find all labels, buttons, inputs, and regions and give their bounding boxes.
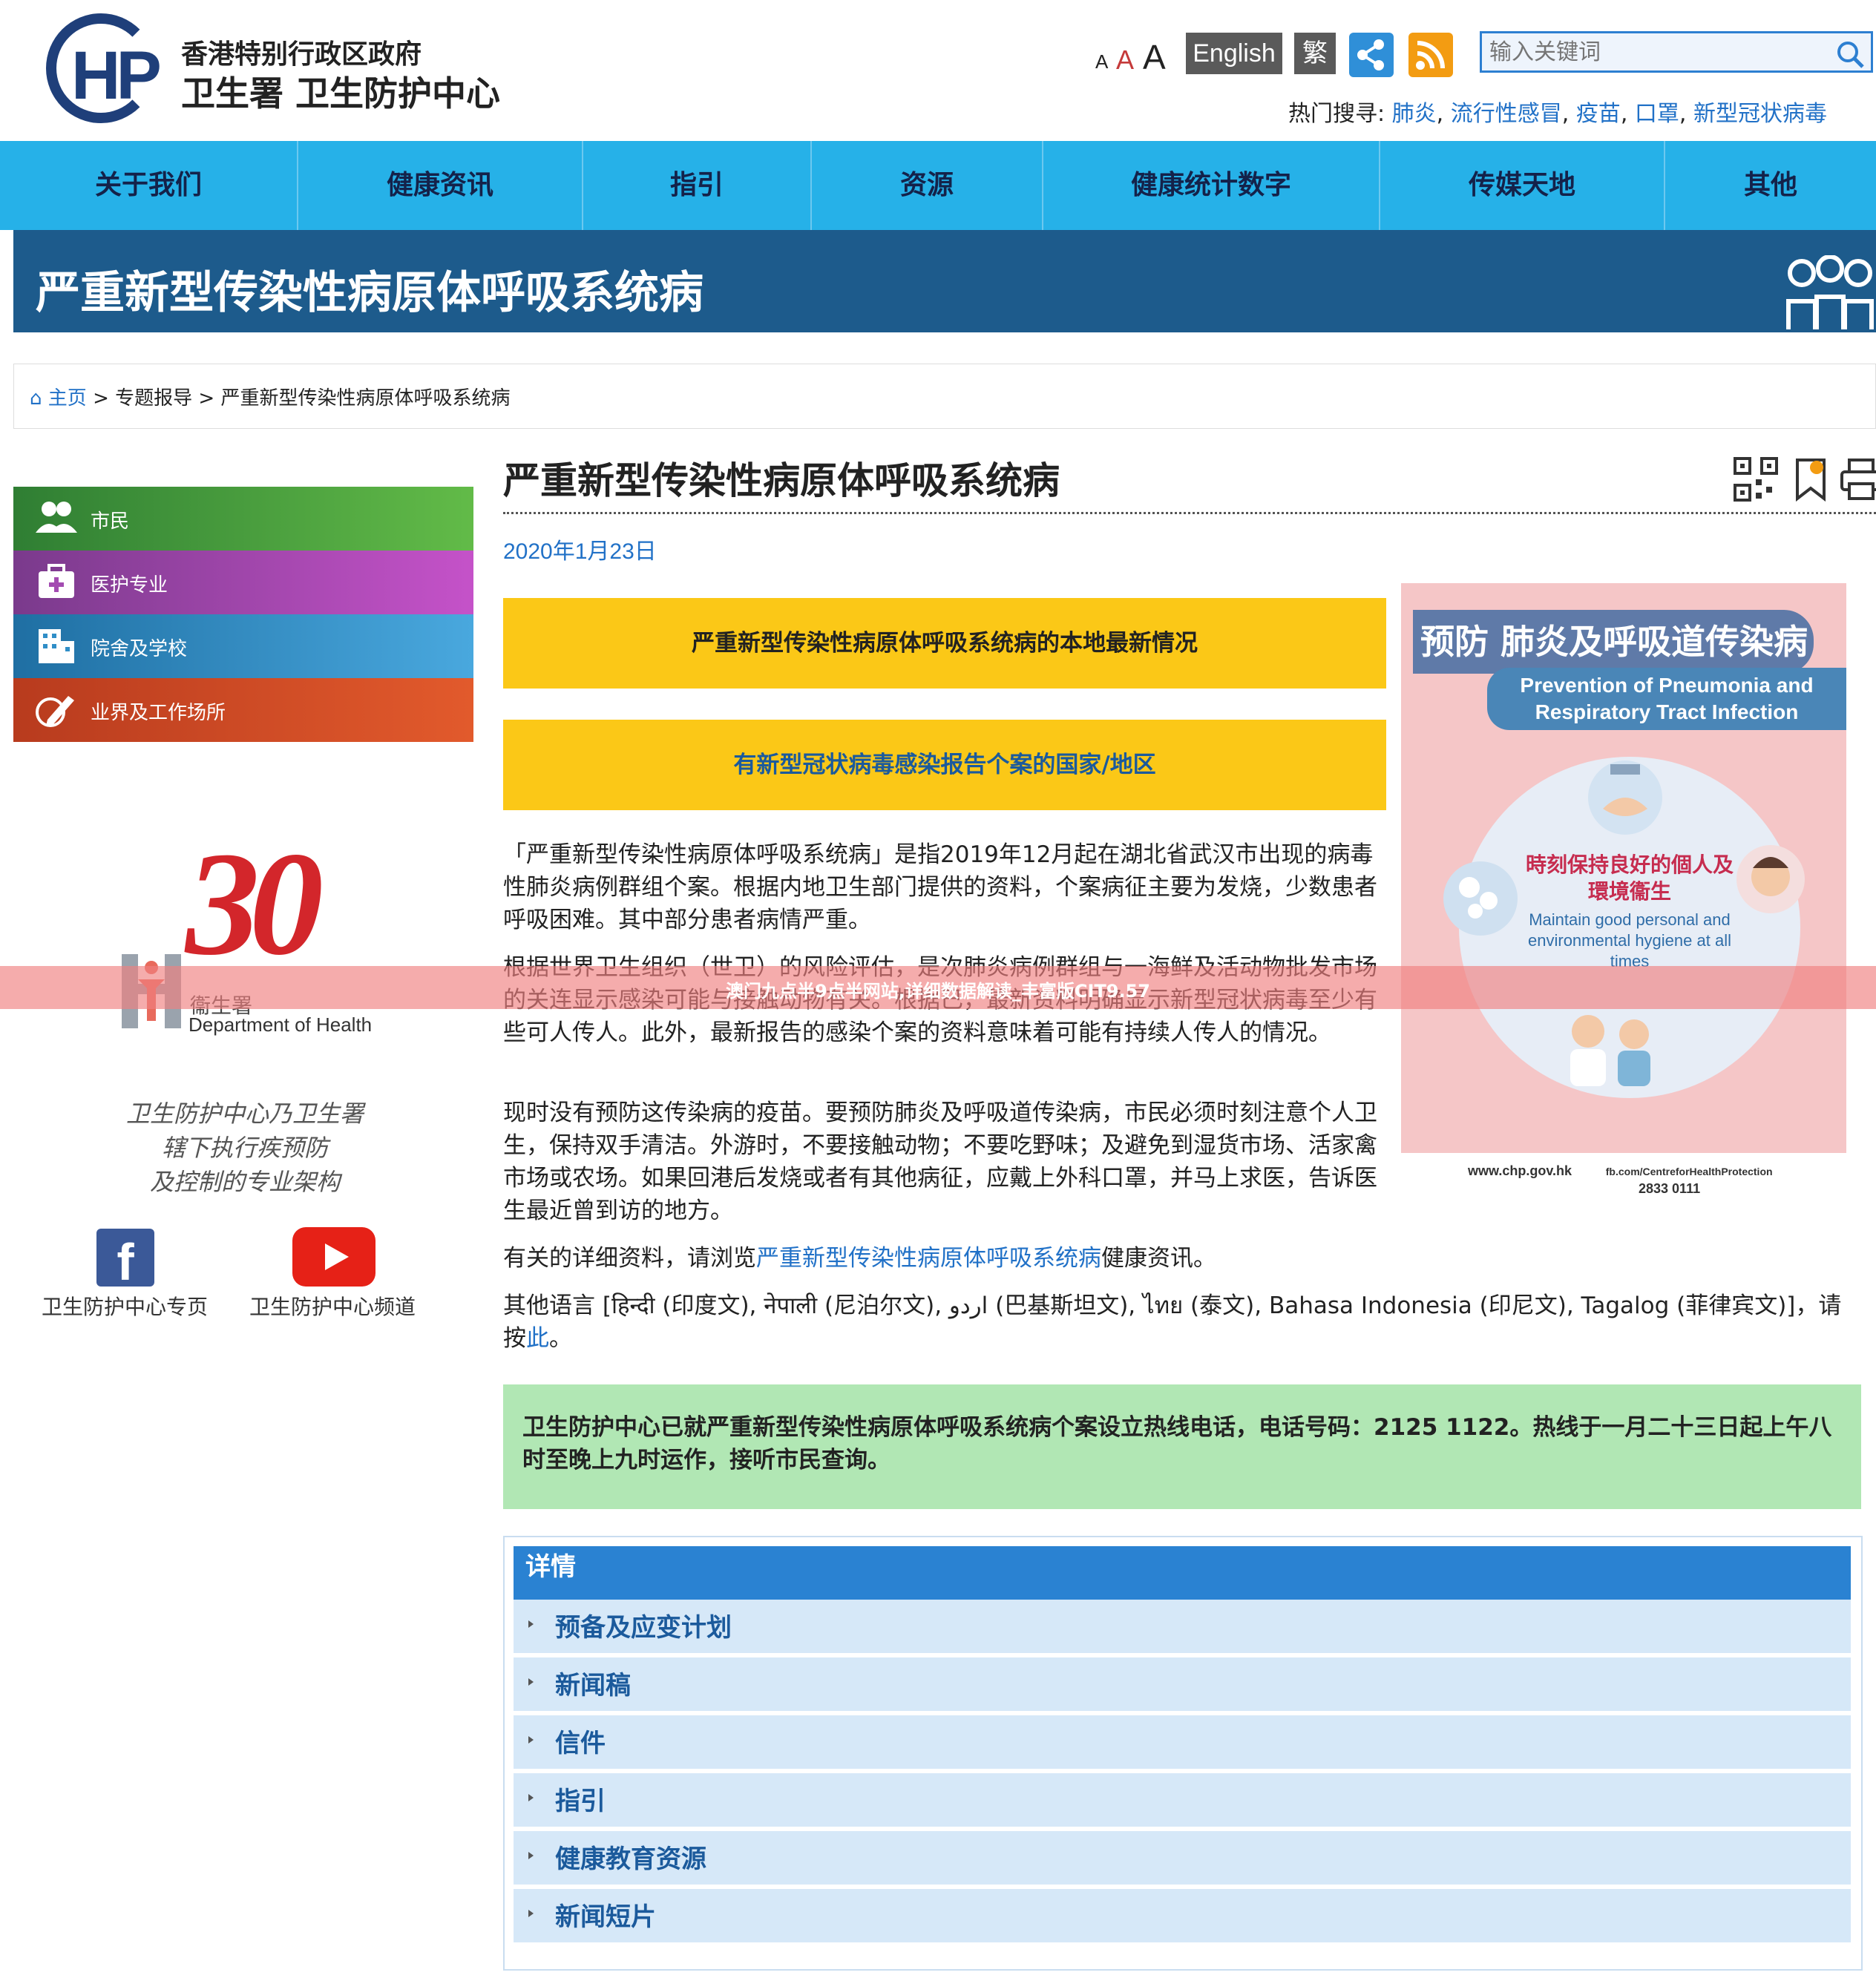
doh-name-en: Department of Health <box>188 1013 373 1036</box>
main-nav: 关于我们 健康资讯 指引 资源 健康统计数字 传媒天地 其他 <box>0 141 1876 230</box>
font-size-large-button[interactable]: A <box>1143 37 1166 77</box>
affected-areas-button[interactable]: 有新型冠状病毒感染报告个案的国家/地区 <box>503 720 1386 810</box>
breadcrumb: ⌂ 主页 > 专题报导 > 严重新型传染性病原体呼吸系统病 <box>30 387 511 410</box>
hot-term-coronavirus[interactable]: 新型冠状病毒 <box>1693 101 1827 127</box>
health-info-link[interactable]: 严重新型传染性病原体呼吸系统病 <box>756 1245 1101 1272</box>
details-item-news-clips[interactable]: 新闻短片 <box>514 1889 1851 1942</box>
nav-health-statistics[interactable]: 健康统计数字 <box>1043 141 1380 230</box>
expand-arrow-icon <box>528 1794 534 1801</box>
anniversary-30-logo: 30 <box>186 822 324 986</box>
search-box <box>1480 31 1873 73</box>
breadcrumb-topics[interactable]: 专题报导 <box>115 387 192 410</box>
sneezing-person-icon <box>1736 845 1805 913</box>
details-item-letters[interactable]: 信件 <box>514 1715 1851 1769</box>
hot-term-pneumonia[interactable]: 肺炎 <box>1392 101 1437 127</box>
sidebar-item-institutions-schools[interactable]: 院舍及学校 <box>13 614 473 678</box>
breadcrumb-home[interactable]: 主页 <box>48 387 87 410</box>
poster-title-en: Prevention of Pneumonia and Respiratory … <box>1487 668 1846 730</box>
hot-search-label: 热门搜寻: <box>1288 101 1385 127</box>
paragraph-definition: 「严重新型传染性病原体呼吸系统病」是指2019年12月起在湖北省武汉市出现的病毒… <box>503 841 1377 933</box>
sidebar-item-label: 院舍及学校 <box>91 638 188 660</box>
people-group-icon <box>1786 255 1874 329</box>
sidebar-item-workplace[interactable]: 业界及工作场所 <box>13 678 473 742</box>
nav-others[interactable]: 其他 <box>1665 141 1876 230</box>
font-size-small-button[interactable]: A <box>1095 50 1108 73</box>
home-icon[interactable]: ⌂ <box>30 387 42 410</box>
nav-about[interactable]: 关于我们 <box>0 141 298 230</box>
rss-icon <box>1416 41 1445 70</box>
expand-arrow-icon <box>528 1736 534 1744</box>
english-button[interactable]: English <box>1186 33 1282 74</box>
facebook-caption[interactable]: 卫生防护中心专页 <box>42 1291 208 1321</box>
hot-term-mask[interactable]: 口罩 <box>1635 101 1679 127</box>
details-header: 详情 <box>514 1546 1851 1600</box>
facebook-icon[interactable]: f <box>96 1229 154 1291</box>
banner-title: 严重新型传染性病原体呼吸系统病 <box>36 267 704 319</box>
search-icon[interactable] <box>1835 39 1865 69</box>
paragraph-more-info: 有关的详细资料，请浏览严重新型传染性病原体呼吸系统病健康资讯。 <box>503 1245 1216 1272</box>
paragraph-prevention: 现时没有预防这传染病的疫苗。要预防肺炎及呼吸道传染病，市民必须时刻注意个人卫生，… <box>503 1100 1377 1224</box>
title-divider <box>503 512 1876 514</box>
other-languages-link[interactable]: 此 <box>526 1325 549 1352</box>
expand-arrow-icon <box>528 1620 534 1628</box>
search-input[interactable] <box>1482 33 1823 70</box>
sidebar-item-label: 业界及工作场所 <box>91 702 226 724</box>
poster-center-en: Maintain good personal and environmental… <box>1528 910 1731 970</box>
nav-health-info[interactable]: 健康资讯 <box>298 141 583 230</box>
sidebar-item-public[interactable]: 市民 <box>13 487 473 551</box>
breadcrumb-current: 严重新型传染性病原体呼吸系统病 <box>220 387 511 410</box>
nav-resources[interactable]: 资源 <box>812 141 1043 230</box>
poster-footer: www.chp.gov.hk fb.com/CentreforHealthPro… <box>1468 1163 1773 1196</box>
handwashing-icon <box>1588 760 1662 835</box>
details-item-health-education[interactable]: 健康教育资源 <box>514 1831 1851 1885</box>
expand-arrow-icon <box>528 1678 534 1686</box>
doctor-consultation-icon <box>1570 1015 1650 1086</box>
building-icon <box>39 629 74 663</box>
expand-arrow-icon <box>528 1852 534 1859</box>
hot-term-influenza[interactable]: 流行性感冒 <box>1451 101 1562 127</box>
poster-center-zh: 時刻保持良好的個人及環境衞生 <box>1526 852 1734 904</box>
font-size-medium-button[interactable]: A <box>1116 45 1134 76</box>
overlay-banner: 澳门九点半9点半网站,详细数据解读_丰富版CIT9.57 <box>0 966 1876 1009</box>
pen-icon <box>36 696 74 727</box>
print-icon[interactable] <box>1839 457 1876 502</box>
medical-kit-icon <box>39 564 74 598</box>
details-item-preparedness[interactable]: 预备及应变计划 <box>514 1600 1851 1653</box>
details-item-press-releases[interactable]: 新闻稿 <box>514 1657 1851 1711</box>
sidebar-item-label: 市民 <box>91 510 130 533</box>
rss-button[interactable] <box>1408 33 1453 77</box>
nav-guidelines[interactable]: 指引 <box>583 141 812 230</box>
chp-tagline: 卫生防护中心乃卫生署 辖下执行疾预防 及控制的专业架构 <box>125 1100 364 1196</box>
bookmark-icon[interactable] <box>1788 457 1833 502</box>
sidebar-item-label: 医护专业 <box>91 574 168 597</box>
expand-arrow-icon <box>528 1910 534 1917</box>
local-situation-button[interactable]: 严重新型传染性病原体呼吸系统病的本地最新情况 <box>503 598 1386 689</box>
details-item-guidelines[interactable]: 指引 <box>514 1773 1851 1827</box>
people-icon <box>36 502 77 533</box>
qr-code-icon[interactable] <box>1734 457 1778 502</box>
youtube-icon[interactable] <box>292 1227 375 1287</box>
nav-media[interactable]: 传媒天地 <box>1380 141 1665 230</box>
chp-logo-letters: HP <box>71 38 162 114</box>
poster-title-zh: 预防 肺炎及呼吸道传染病 <box>1413 610 1814 674</box>
paragraph-other-languages: 其他语言 [हिन्दी (印度文), नेपाली (尼泊尔文), اردو … <box>503 1292 1842 1352</box>
share-button[interactable] <box>1349 33 1394 77</box>
hotline-text: 卫生防护中心已就严重新型传染性病原体呼吸系统病个案设立热线电话，电话号码：212… <box>522 1414 1832 1473</box>
hot-term-vaccine[interactable]: 疫苗 <box>1576 101 1621 127</box>
traditional-chinese-button[interactable]: 繁 <box>1294 33 1336 74</box>
publish-date: 2020年1月23日 <box>503 539 657 564</box>
share-icon <box>1357 39 1384 70</box>
org-name-line1: 香港特别行政区政府 <box>181 39 422 70</box>
sidebar-item-health-professionals[interactable]: 医护专业 <box>13 551 473 614</box>
hand-soap-icon <box>1443 861 1518 936</box>
youtube-caption[interactable]: 卫生防护中心频道 <box>249 1291 416 1321</box>
org-name-line2: 卫生署 卫生防护中心 <box>181 73 501 114</box>
hot-search: 热门搜寻: 肺炎, 流行性感冒, 疫苗, 口罩, 新型冠状病毒 <box>1288 101 1827 127</box>
page-title: 严重新型传染性病原体呼吸系统病 <box>503 459 1060 502</box>
